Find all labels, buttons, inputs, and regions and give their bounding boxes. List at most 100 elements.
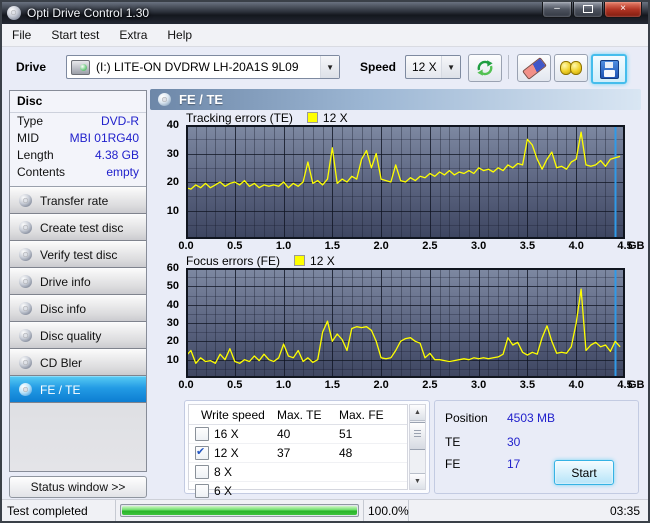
y-tick-label: 20 <box>166 335 179 348</box>
max-fe-cell: 51 <box>339 427 353 441</box>
sidebar-item-cd-bler[interactable]: CD Bler <box>10 349 146 376</box>
menu-item-extra[interactable]: Extra <box>109 25 157 45</box>
drive-label: Drive <box>16 60 47 74</box>
speed-cell: 8 X <box>189 465 277 479</box>
checkbox-6-x[interactable] <box>195 484 209 498</box>
maximize-button[interactable] <box>573 2 603 18</box>
table-scrollbar[interactable]: ▲ ▼ <box>409 404 426 490</box>
result-value: 17 <box>507 457 521 471</box>
drive-icon <box>71 59 90 75</box>
sidebar-item-disc-info[interactable]: Disc info <box>10 295 146 322</box>
speed-label: 6 X <box>214 484 233 498</box>
erase-disc-button[interactable] <box>517 54 551 82</box>
scrollbar-thumb[interactable] <box>410 422 425 450</box>
result-label: TE <box>445 435 461 449</box>
x-tick-label: 4.0 <box>568 240 584 252</box>
write-speed-table-box: Write speed Max. TE Max. FE 16 X 40 51 12 X 37 4… <box>184 400 430 501</box>
x-tick-label: 0.5 <box>227 240 243 252</box>
drive-select[interactable]: (I:) LITE-ON DVDRW LH-20A1S 9L09 ▼ <box>66 55 340 79</box>
status-text: Test completed <box>7 503 88 518</box>
table-header-write-speed: Write speed <box>201 407 265 422</box>
disc-icon <box>19 194 32 207</box>
result-row-te: TE 30 <box>445 435 520 449</box>
table-header-row: Write speed Max. TE Max. FE <box>189 405 407 425</box>
sidebar-item-transfer-rate[interactable]: Transfer rate <box>10 187 146 214</box>
app-icon <box>7 6 21 20</box>
status-bar: Test completed 100.0% 03:35 <box>2 499 648 521</box>
menu-item-help[interactable]: Help <box>157 25 202 45</box>
speed-select[interactable]: 12 X ▼ <box>405 55 461 79</box>
eraser-icon <box>521 56 547 80</box>
fe-chart-title: Focus errors (FE) <box>186 253 281 268</box>
title-bar[interactable]: Opti Drive Control 1.30 – × <box>2 2 648 24</box>
fe-y-axis-labels: 10 20 30 40 50 60 <box>150 262 182 378</box>
start-button[interactable]: Start <box>554 460 614 485</box>
x-tick-label: 0.0 <box>178 240 194 252</box>
sidebar-item-fe-te[interactable]: FE / TE <box>10 376 146 403</box>
save-button[interactable] <box>591 54 627 84</box>
progress-percent: 100.0% <box>368 503 409 518</box>
disc-info-label: Length <box>17 148 54 162</box>
checkbox-16-x[interactable] <box>195 427 209 441</box>
sidebar-item-label: Drive info <box>40 274 91 289</box>
te-chart-block: Tracking errors (TE) 12 X 10 20 30 40 0.0 0.… <box>150 110 645 254</box>
speed-cell: 16 X <box>189 427 277 441</box>
disc-tools-button[interactable] <box>554 54 588 82</box>
speed-label: 8 X <box>214 465 233 479</box>
table-row-8-x[interactable]: 8 X <box>189 463 407 482</box>
table-header-max-fe: Max. FE <box>339 407 384 422</box>
menu-item-start-test[interactable]: Start test <box>41 25 109 45</box>
write-speed-table: Write speed Max. TE Max. FE 16 X 40 51 12 X 37 4… <box>188 404 408 501</box>
checkbox-8-x[interactable] <box>195 465 209 479</box>
chevron-down-icon[interactable]: ▼ <box>320 56 339 78</box>
sidebar-item-label: CD Bler <box>40 355 83 370</box>
results-panel: Position 4503 MB TE 30 FE 17 Start <box>434 400 639 494</box>
status-window-label: Status window >> <box>30 480 126 494</box>
floppy-icon <box>599 59 619 79</box>
disc-info-label: MID <box>17 131 39 145</box>
y-tick-label: 40 <box>166 119 179 131</box>
disc-icon <box>19 248 32 261</box>
scroll-down-icon[interactable]: ▼ <box>410 473 425 489</box>
disc-info-value: DVD-R <box>101 114 139 128</box>
disc-icon <box>19 302 32 315</box>
chevron-down-icon[interactable]: ▼ <box>441 56 460 78</box>
disc-icon <box>19 383 32 396</box>
disc-icon <box>19 221 32 234</box>
main-content: FE / TE Tracking errors (TE) 12 X 10 20 30… <box>150 87 645 501</box>
minimize-button[interactable]: – <box>542 2 572 18</box>
header-disc-icon <box>158 93 171 106</box>
speed-cell: 6 X <box>189 484 277 498</box>
x-tick-label: 3.0 <box>471 379 487 391</box>
disc-info-label: Contents <box>17 165 66 179</box>
x-tick-label: 2.0 <box>373 240 389 252</box>
status-window-button[interactable]: Status window >> <box>9 476 147 498</box>
y-tick-label: 50 <box>166 280 179 293</box>
te-x-axis-labels: 0.0 0.5 1.0 1.5 2.0 2.5 3.0 3.5 4.0 4.5 GB <box>178 239 644 254</box>
x-axis-unit: GB <box>628 240 645 252</box>
sidebar-item-disc-quality[interactable]: Disc quality <box>10 322 146 349</box>
disc-info-row-type: Type DVD-R <box>10 113 146 130</box>
te-plot <box>186 125 625 239</box>
bottom-panel: Write speed Max. TE Max. FE 16 X 40 51 12 X 37 4… <box>150 398 643 501</box>
disc-info-value: 4.38 GB <box>94 148 139 162</box>
y-tick-label: 10 <box>166 353 179 366</box>
close-button[interactable]: × <box>604 2 642 18</box>
fe-plot <box>186 268 625 378</box>
window-title: Opti Drive Control 1.30 <box>27 6 150 20</box>
sidebar-item-create-test-disc[interactable]: Create test disc <box>10 214 146 241</box>
sidebar-item-drive-info[interactable]: Drive info <box>10 268 146 295</box>
te-legend-label: 12 X <box>322 110 348 125</box>
disc-icon <box>19 275 32 288</box>
menu-item-file[interactable]: File <box>2 25 41 45</box>
checkbox-12-x[interactable] <box>195 445 209 460</box>
x-tick-label: 3.5 <box>519 240 536 252</box>
x-axis-unit: GB <box>628 379 645 391</box>
scroll-up-icon[interactable]: ▲ <box>410 405 425 421</box>
refresh-drives-button[interactable] <box>468 54 502 82</box>
table-row-12-x[interactable]: 12 X 37 48 <box>189 444 407 463</box>
table-row-16-x[interactable]: 16 X 40 51 <box>189 425 407 444</box>
max-fe-cell: 48 <box>339 446 353 460</box>
disc-info-row-mid: MID MBI 01RG40 <box>10 130 146 147</box>
sidebar-item-verify-test-disc[interactable]: Verify test disc <box>10 241 146 268</box>
